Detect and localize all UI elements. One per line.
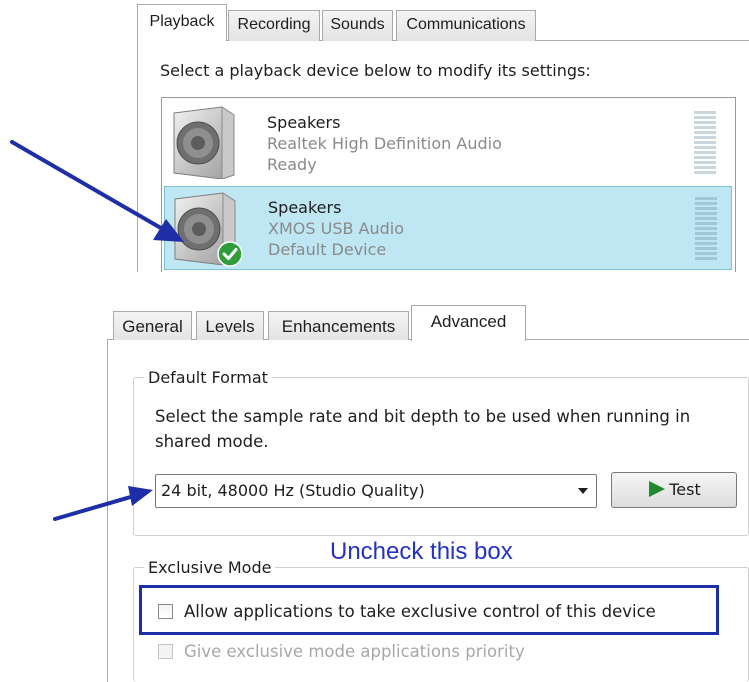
tab-sounds[interactable]: Sounds (322, 10, 393, 41)
priority-label: Give exclusive mode applications priorit… (184, 642, 525, 661)
tab-communications[interactable]: Communications (396, 10, 536, 41)
tab-general[interactable]: General (113, 311, 192, 340)
tab-enhancements[interactable]: Enhancements (268, 311, 409, 340)
priority-checkbox (158, 644, 173, 659)
format-select[interactable]: 24 bit, 48000 Hz (Studio Quality) (155, 474, 597, 508)
volume-level-meter (694, 111, 716, 174)
allow-exclusive-label[interactable]: Allow applications to take exclusive con… (184, 602, 656, 621)
device-name: Speakers (268, 198, 342, 217)
device-status: Ready (267, 155, 317, 174)
device-item-realtek[interactable]: Speakers Realtek High Definition Audio R… (164, 101, 732, 185)
chevron-down-icon (578, 488, 588, 494)
default-format-description: Select the sample rate and bit depth to … (155, 407, 691, 451)
tab-levels[interactable]: Levels (196, 311, 264, 340)
annotation-callout: Uncheck this box (330, 538, 513, 565)
exclusive-mode-title: Exclusive Mode (144, 558, 276, 577)
device-status: Default Device (268, 240, 387, 259)
device-list: Speakers Realtek High Definition Audio R… (161, 97, 736, 272)
default-format-group (133, 377, 749, 536)
playback-tabstrip: Playback Recording Sounds Communications (137, 0, 749, 41)
default-format-title: Default Format (144, 368, 272, 387)
device-driver: Realtek High Definition Audio (267, 134, 502, 153)
tab-playback[interactable]: Playback (137, 4, 227, 41)
play-icon (649, 481, 666, 497)
device-item-xmos[interactable]: Speakers XMOS USB Audio Default Device (164, 186, 732, 270)
tab-recording[interactable]: Recording (228, 10, 320, 41)
test-button-label: Test (669, 480, 701, 499)
test-button[interactable]: Test (611, 472, 737, 508)
allow-exclusive-checkbox[interactable] (158, 604, 173, 619)
device-driver: XMOS USB Audio (268, 219, 405, 238)
volume-level-meter (695, 197, 717, 260)
tab-advanced[interactable]: Advanced (411, 305, 526, 341)
default-check-icon (217, 241, 243, 267)
speaker-icon (173, 106, 235, 179)
playback-prompt: Select a playback device below to modify… (160, 61, 591, 80)
device-name: Speakers (267, 113, 341, 132)
format-select-value: 24 bit, 48000 Hz (Studio Quality) (161, 481, 425, 500)
